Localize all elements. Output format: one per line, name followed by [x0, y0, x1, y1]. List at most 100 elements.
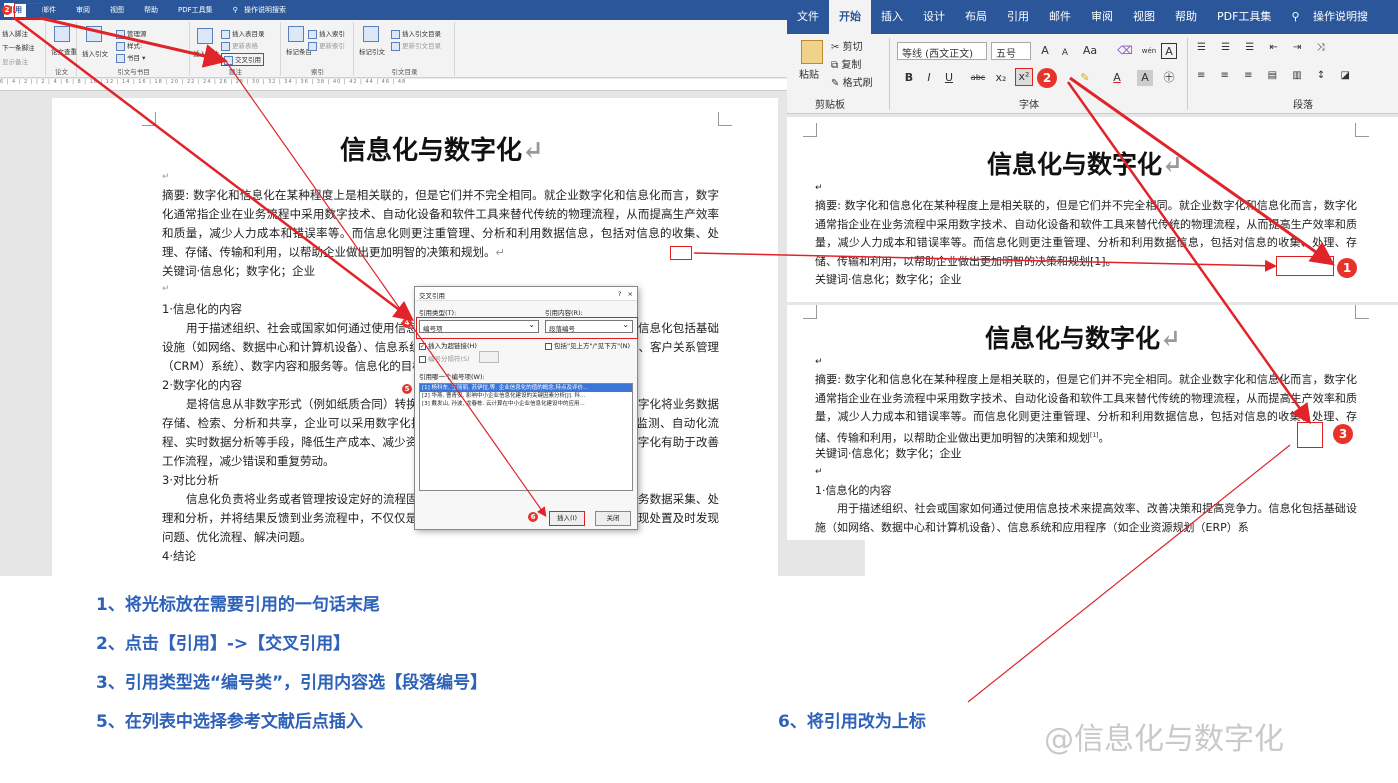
superscript-highlight [1297, 422, 1323, 448]
tab-pdf[interactable]: PDF工具集 [1207, 0, 1281, 34]
list-item[interactable]: [1] 杨科东, 王丽丽, 苏伊拉,等. 企业信息化的值的概念,特点及评价... [420, 384, 632, 392]
bold-button[interactable]: B [901, 70, 917, 86]
insert-hyperlink-checkbox[interactable]: ✓ 插入为超链接(H) [419, 340, 477, 350]
insert-index-button[interactable]: 插入索引 [308, 28, 345, 39]
format-painter-button[interactable]: ✎ 格式刷 [831, 74, 873, 89]
citation-superscript[interactable]: [1] [1090, 432, 1099, 439]
insert-citation-button[interactable]: 插入引文 [82, 48, 108, 58]
update-index-icon [308, 41, 317, 51]
insert-footnote-button[interactable]: 插入脚注 [2, 28, 28, 38]
mark-citation-button[interactable]: 标记引文 [359, 46, 385, 56]
update-index-button[interactable]: 更新索引 [308, 40, 345, 51]
document-title: 信息化与数字化↵ [985, 324, 1181, 353]
style-selector[interactable]: 样式: [116, 40, 142, 51]
table-of-figures-icon [221, 29, 230, 39]
heading-1: 1·信息化的内容 [815, 484, 892, 497]
tab-pdf[interactable]: PDF工具集 [174, 3, 217, 17]
paste-button[interactable]: 粘贴 [799, 66, 819, 81]
close-button[interactable]: 关闭 [595, 511, 631, 526]
captions-group-label: 题注 [229, 68, 242, 76]
highlight-color-icon[interactable]: ✎ [1077, 70, 1093, 86]
tab-home[interactable]: 开始 [829, 0, 871, 34]
ref-content-label: 引用内容(R): [545, 309, 583, 317]
manage-sources-button[interactable]: 管理源 [116, 28, 147, 39]
authorities-group: 标记引文 插入引文目录 更新引文目录 引文目录 [355, 22, 455, 76]
tab-review[interactable]: 审阅 [1081, 0, 1123, 34]
checkbox-icon [419, 355, 426, 363]
ref-type-label: 引用类型(T): [419, 309, 457, 317]
dialog-close-icon[interactable]: × [628, 290, 633, 298]
copy-button[interactable]: ⧉ 复制 [831, 56, 861, 71]
clipboard-group-label: 剪贴板 [815, 100, 845, 111]
strikethrough-button[interactable]: abc [967, 70, 989, 86]
tab-help[interactable]: 帮助 [140, 3, 162, 17]
font-size-select[interactable]: 五号 [991, 42, 1031, 60]
paper-check-icon [54, 26, 70, 42]
step-badge-3: 3 [1333, 424, 1353, 444]
left-ribbon-tabs: 引用 邮件 审阅 视图 帮助 PDF工具集 ⚲ 操作说明搜索 [0, 0, 865, 20]
cross-reference-icon [224, 55, 233, 65]
paper-check-button[interactable]: 论文查重 [51, 46, 77, 56]
font-name-select[interactable]: 等线 (西文正文) [897, 42, 987, 60]
insert-button[interactable]: 插入(I) [549, 511, 585, 526]
update-table-authorities-button[interactable]: 更新引文目录 [391, 40, 441, 51]
citations-group-label: 引文与书目 [117, 68, 150, 76]
insert-table-of-figures-button[interactable]: 插入表目录 [221, 28, 265, 39]
step-badge-2: 2 [1037, 68, 1057, 88]
tab-design[interactable]: 设计 [913, 0, 955, 34]
tab-mailings[interactable]: 邮件 [1039, 0, 1081, 34]
font-color-button[interactable]: A [1109, 70, 1125, 86]
tab-view[interactable]: 视图 [1123, 0, 1165, 34]
tell-me-search[interactable]: ⚲ 操作说明搜索 [229, 3, 294, 17]
horizontal-ruler[interactable]: 6 | 4 | 2 | | 2 | 4 | 6 | 8 | 10 | 12 | … [0, 79, 865, 91]
clear-format-icon[interactable]: ⌫ [1117, 43, 1133, 59]
align-buttons[interactable]: ≡ ≡ ≡ ▤ ▥ ↕ ◪ [1197, 70, 1356, 81]
italic-button[interactable]: I [921, 70, 937, 86]
tab-view[interactable]: 视图 [106, 3, 128, 17]
enclose-char-button[interactable]: ㊉ [1161, 70, 1177, 86]
insert-table-of-authorities-button[interactable]: 插入引文目录 [391, 28, 441, 39]
tab-insert[interactable]: 插入 [871, 0, 913, 34]
change-case-button[interactable]: Aa [1079, 43, 1101, 59]
numbered-item-list[interactable]: [1] 杨科东, 王丽丽, 苏伊拉,等. 企业信息化的值的概念,特点及评价...… [419, 383, 633, 491]
mark-entry-icon [288, 26, 304, 42]
cross-reference-button[interactable]: 交叉引用 [221, 53, 264, 66]
phonetic-guide-button[interactable]: wén [1141, 43, 1157, 59]
cut-button[interactable]: ✂ 剪切 [831, 38, 863, 53]
underline-button[interactable]: U [941, 70, 957, 86]
next-footnote-button[interactable]: 下一条脚注 [2, 42, 35, 52]
shrink-font-button[interactable]: A [1057, 45, 1073, 61]
step-badge-2: 2 [2, 5, 12, 15]
superscript-button[interactable]: x² [1015, 68, 1033, 86]
separator-input[interactable] [479, 351, 499, 363]
help-button[interactable]: ? [618, 290, 621, 298]
list-item[interactable]: [2] 华燕, 曹青安. 影响中小企业信息化建设的关键因素分析[J]. 科... [420, 392, 632, 400]
subscript-button[interactable]: x₂ [993, 70, 1009, 86]
update-authorities-icon [391, 41, 400, 51]
char-border-button[interactable]: A [1161, 43, 1177, 59]
tab-review[interactable]: 审阅 [72, 3, 94, 17]
char-shading-button[interactable]: A [1137, 70, 1153, 86]
bibliography-button[interactable]: 书目 ▾ [116, 52, 145, 63]
abstract-paragraph: 摘要: 数字化和信息化在某种程度上是相关联的，但是它们并不完全相同。就企业数字化… [815, 373, 1357, 445]
tab-references[interactable]: 引用 [997, 0, 1039, 34]
document-title: 信息化与数字化↵ [340, 136, 544, 166]
show-notes-button[interactable]: 显示备注 [2, 56, 28, 66]
grow-font-button[interactable]: A [1037, 43, 1053, 59]
include-above-below-checkbox[interactable]: 包括"见上方"/"见下方"(N) [545, 340, 630, 350]
page-corner-mark [718, 112, 732, 126]
separate-numbers-checkbox[interactable]: 编号分隔符(S) [419, 353, 470, 363]
tell-me-search[interactable]: ⚲ 操作说明搜 [1281, 0, 1388, 34]
step-2-text: 2、点击【引用】->【交叉引用】 [96, 634, 351, 654]
paper-group: 论文查重 论文 [47, 22, 77, 76]
copy-icon: ⧉ [831, 60, 839, 71]
tab-layout[interactable]: 布局 [955, 0, 997, 34]
step-badge-6: 6 [528, 512, 538, 522]
tab-file[interactable]: 文件 [787, 0, 829, 34]
update-table-button[interactable]: 更新表格 [221, 40, 258, 51]
list-buttons[interactable]: ☰ ☰ ☰ ⇤ ⇥ ⤨ [1197, 42, 1331, 53]
item-list-label: 引用哪一个编号项(W): [419, 373, 485, 381]
tab-help[interactable]: 帮助 [1165, 0, 1207, 34]
list-item[interactable]: [3] 戴发山, 孙波, 龙春栋. 云计算在中小企业信息化建设中的应用... [420, 400, 632, 408]
check-icon: ✓ [419, 342, 426, 350]
